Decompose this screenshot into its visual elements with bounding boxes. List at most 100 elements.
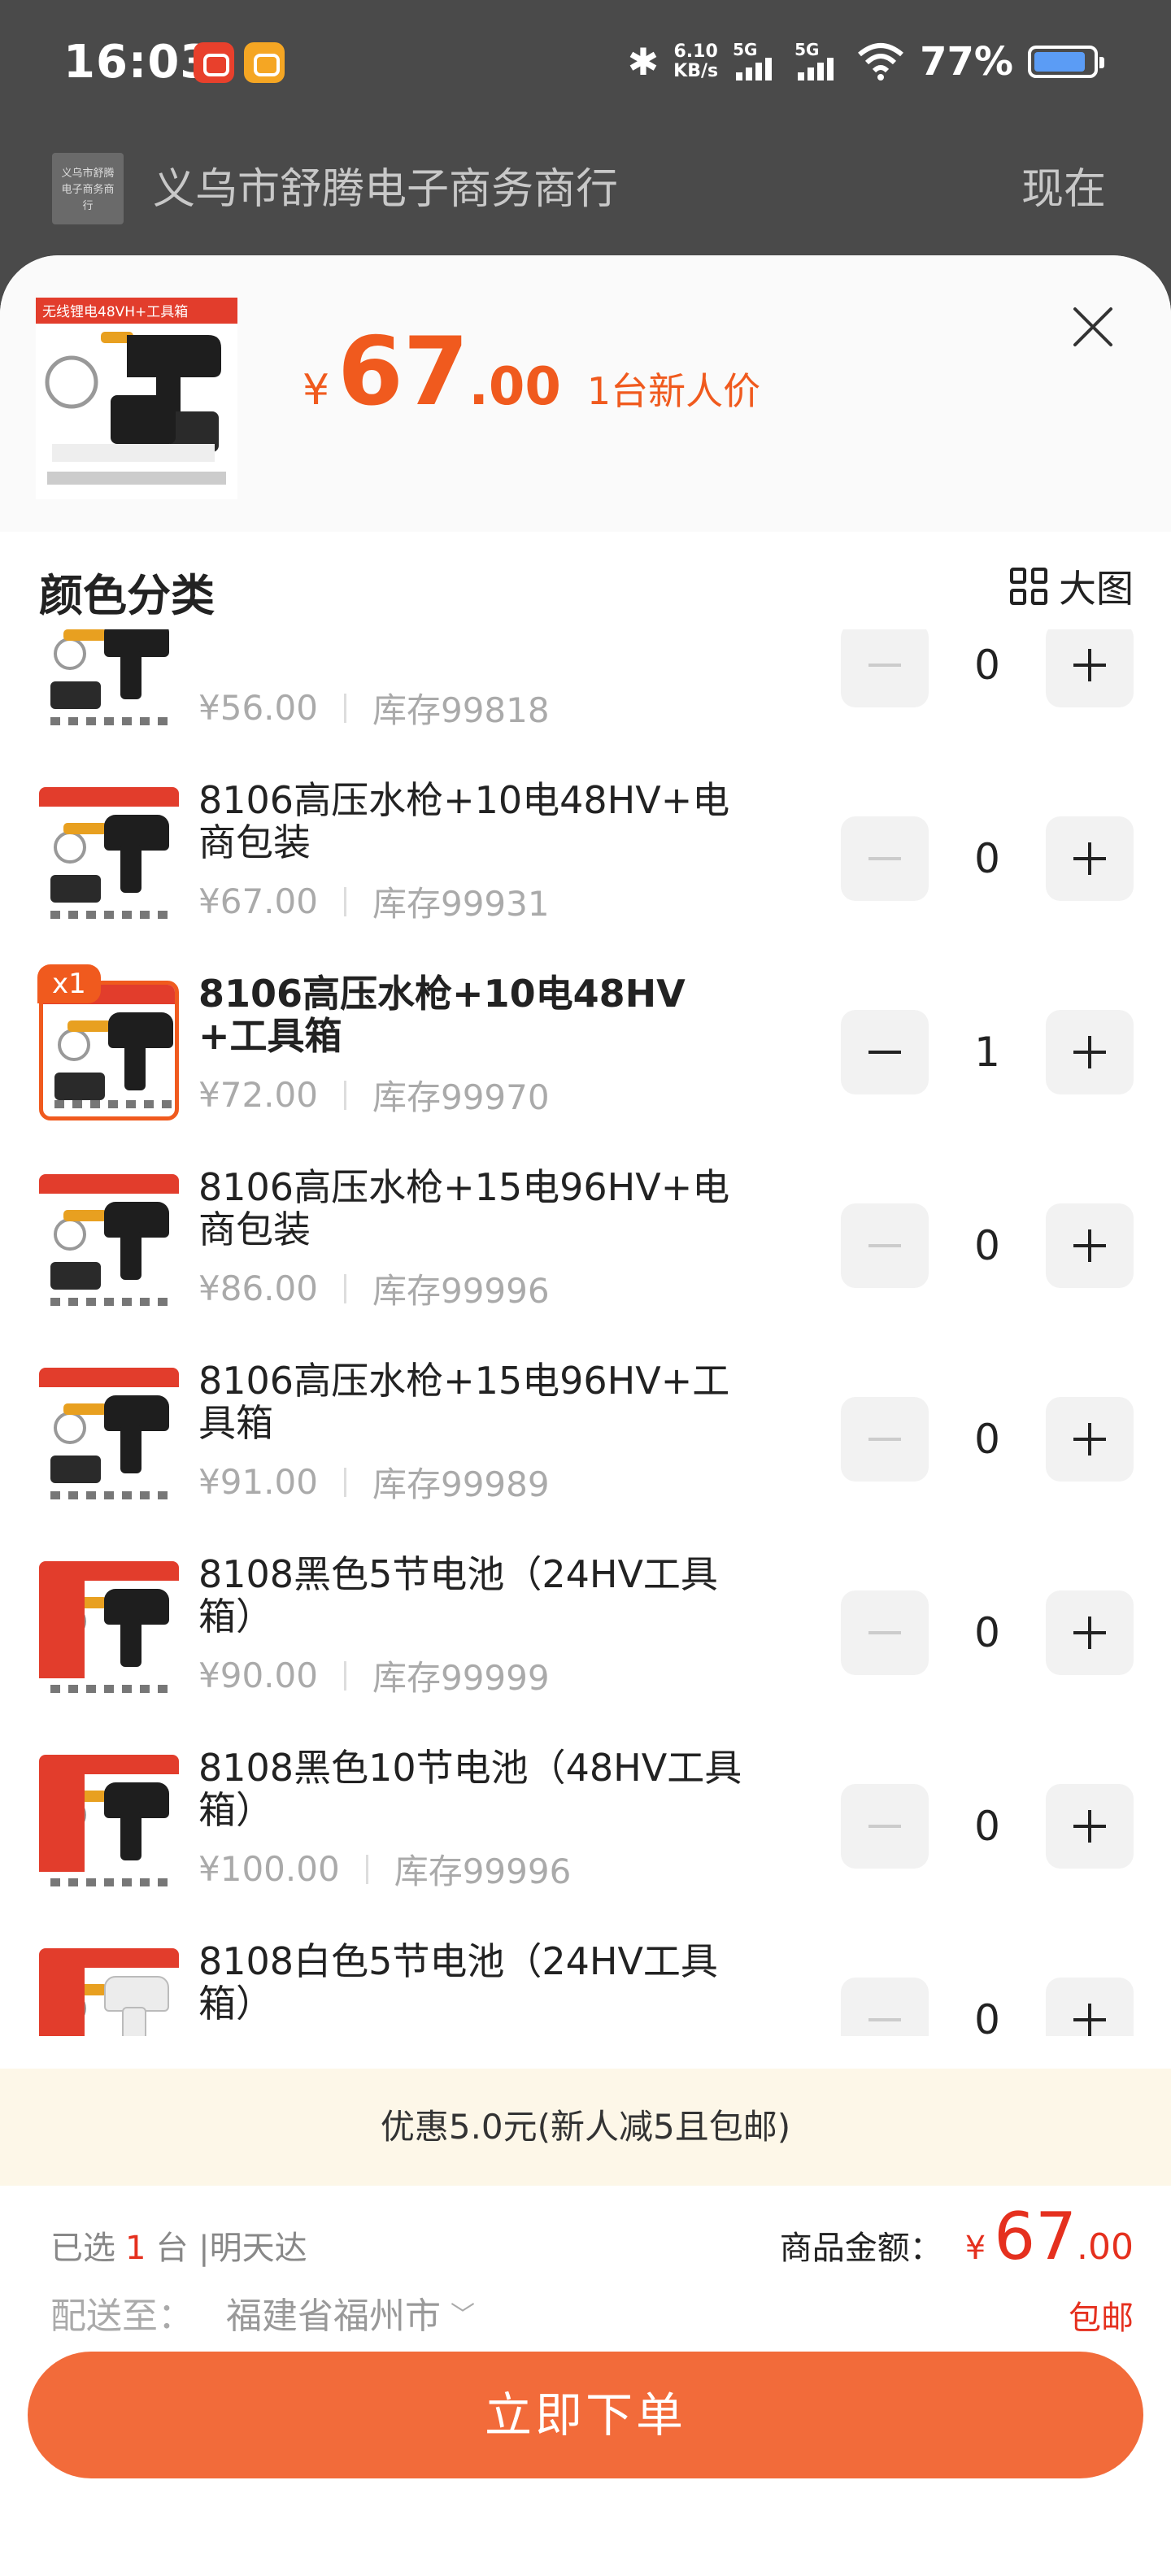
sku-sheet: 无线锂电48VH+工具箱 ¥ 67 .00 1台新人价 颜色分类 大图 ¥56.… (0, 255, 1171, 2576)
variant-thumbnail[interactable] (39, 1561, 179, 1701)
decrement-button[interactable] (841, 1590, 929, 1675)
price-decimal: .00 (468, 357, 561, 417)
variant-row[interactable]: 8106高压水枪+15电96HV+工具箱 ¥91.00 库存99989 0 (0, 1345, 1171, 1538)
wifi-icon (858, 43, 904, 80)
quantity-stepper[interactable]: 0 (841, 1978, 1134, 2036)
decrement-button[interactable] (841, 816, 929, 901)
shop-name[interactable]: 义乌市舒腾电子商务商行 (153, 153, 618, 226)
variant-stock: 库存99996 (372, 1271, 550, 1311)
decrement-button[interactable] (841, 1203, 929, 1288)
increment-button[interactable] (1046, 629, 1134, 707)
variant-list[interactable]: 具箱 ¥56.00 库存99818 0 8106高压水枪+10电48HV+电商包… (0, 629, 1171, 2036)
increment-button[interactable] (1046, 1397, 1134, 1482)
variant-stock: 库存99931 (372, 884, 550, 924)
quantity-stepper[interactable]: 0 (841, 1397, 1134, 1482)
variant-thumbnail[interactable] (39, 1755, 179, 1895)
ship-label: 配送至： (50, 2295, 194, 2337)
quantity-value[interactable]: 0 (929, 1222, 1046, 1269)
variant-row[interactable]: 8108黑色10节电池（48HV工具箱） ¥100.00 库存99996 0 (0, 1732, 1171, 1925)
product-price: ¥ 67 .00 1台新人价 (303, 325, 760, 420)
shop-avatar[interactable]: 义乌市舒腾电子商务商行 (52, 153, 124, 224)
chat-header: 义乌市舒腾电子商务商行 义乌市舒腾电子商务商行 现在 (0, 130, 1171, 252)
variant-name: 8106高压水枪+15电96HV+工具箱 (198, 1359, 730, 1445)
decrement-button[interactable] (841, 629, 929, 707)
price-tag: 1台新人价 (586, 369, 761, 413)
product-thumbnail[interactable]: 无线锂电48VH+工具箱 (36, 298, 237, 499)
quantity-stepper[interactable]: 0 (841, 629, 1134, 707)
quantity-stepper[interactable]: 0 (841, 816, 1134, 901)
big-image-button[interactable]: 大图 (1010, 559, 1134, 613)
quantity-value[interactable]: 0 (929, 1609, 1046, 1656)
variant-row[interactable]: 8108白色5节电池（24HV工具箱） 0 (0, 1925, 1171, 2036)
variant-price: ¥72.00 (198, 1075, 318, 1115)
variant-meta: ¥100.00 库存99996 (198, 1844, 571, 1894)
variant-stock: 库存99999 (372, 1658, 550, 1698)
variant-meta: ¥91.00 库存99989 (198, 1457, 550, 1507)
increment-button[interactable] (1046, 816, 1134, 901)
increment-button[interactable] (1046, 1010, 1134, 1094)
increment-button[interactable] (1046, 1590, 1134, 1675)
quantity-value[interactable]: 0 (929, 835, 1046, 882)
quantity-stepper[interactable]: 0 (841, 1203, 1134, 1288)
quantity-badge: x1 (37, 964, 101, 1003)
battery-icon (1028, 46, 1104, 78)
close-icon[interactable] (1064, 298, 1122, 356)
variant-stock: 库存99989 (372, 1464, 550, 1504)
divider (343, 1273, 346, 1303)
ship-address[interactable]: 福建省福州市 (226, 2287, 441, 2339)
quantity-value[interactable]: 0 (929, 642, 1046, 689)
decrement-button[interactable] (841, 1784, 929, 1869)
variant-row[interactable]: x1 8106高压水枪+10电48HV+工具箱 ¥72.00 库存99970 1 (0, 958, 1171, 1151)
variant-name: 8108黑色10节电池（48HV工具箱） (198, 1746, 742, 1832)
grid-icon (1010, 568, 1047, 605)
quantity-stepper[interactable]: 1 (841, 1010, 1134, 1094)
section-title: 颜色分类 (39, 570, 215, 621)
variant-row[interactable]: 具箱 ¥56.00 库存99818 0 (0, 629, 1171, 764)
variant-thumbnail[interactable] (39, 1948, 179, 2036)
selected-suffix: 台 |明天达 (155, 2230, 307, 2267)
status-bar: 16:03 ✱ 6.10 KB/s 5G 5G 77% (0, 0, 1171, 130)
variant-row[interactable]: 8108黑色5节电池（24HV工具箱） ¥90.00 库存99999 0 (0, 1538, 1171, 1732)
increment-button[interactable] (1046, 1203, 1134, 1288)
net-speed-value: 6.10 (673, 41, 718, 62)
decrement-button[interactable] (841, 1010, 929, 1094)
signal-icon-2: 5G (794, 40, 842, 84)
chat-time: 现在 (1021, 165, 1106, 214)
total-amount: 商品金额： ¥ 67 .00 (780, 2199, 1134, 2274)
ship-to[interactable]: 配送至： 福建省福州市 ﹀ (50, 2287, 475, 2339)
variant-meta: ¥56.00 库存99818 (198, 683, 550, 733)
place-order-button[interactable]: 立即下单 (28, 2352, 1143, 2478)
variant-row[interactable]: 8106高压水枪+15电96HV+电商包装 ¥86.00 库存99996 0 (0, 1151, 1171, 1345)
signal-label: 5G (733, 40, 758, 59)
order-footer: 已选 1 台 |明天达 商品金额： ¥ 67 .00 配送至： 福建省福州市 ﹀ 包… (0, 2186, 1171, 2576)
divider (365, 1854, 368, 1884)
chevron-down-icon[interactable]: ﹀ (451, 2295, 475, 2330)
variant-thumbnail[interactable] (39, 787, 179, 927)
amount-label: 商品金额： (779, 2230, 942, 2267)
variant-row[interactable]: 8106高压水枪+10电48HV+电商包装 ¥67.00 库存99931 0 (0, 764, 1171, 958)
variant-thumbnail[interactable] (39, 1368, 179, 1508)
divider (343, 1467, 346, 1497)
amount-currency: ¥ (964, 2230, 986, 2267)
quantity-value[interactable]: 0 (929, 1996, 1046, 2036)
sheet-header: 无线锂电48VH+工具箱 ¥ 67 .00 1台新人价 (0, 255, 1171, 532)
variant-thumbnail[interactable] (39, 1174, 179, 1314)
quantity-value[interactable]: 0 (929, 1416, 1046, 1463)
variant-price: ¥56.00 (198, 688, 318, 728)
decrement-button[interactable] (841, 1397, 929, 1482)
increment-button[interactable] (1046, 1784, 1134, 1869)
decrement-button[interactable] (841, 1978, 929, 2036)
increment-button[interactable] (1046, 1978, 1134, 2036)
variant-price: ¥86.00 (198, 1268, 318, 1308)
variant-name: 8106高压水枪+10电48HV+电商包装 (198, 778, 730, 864)
variant-name: 8108黑色5节电池（24HV工具箱） (198, 1552, 718, 1638)
notification-app-icon (194, 42, 234, 83)
divider (343, 1080, 346, 1110)
quantity-stepper[interactable]: 0 (841, 1590, 1134, 1675)
quantity-stepper[interactable]: 0 (841, 1784, 1134, 1869)
variant-price: ¥67.00 (198, 881, 318, 921)
quantity-value[interactable]: 0 (929, 1803, 1046, 1850)
variant-thumbnail[interactable] (39, 629, 179, 733)
signal-icon: 5G (733, 40, 780, 84)
quantity-value[interactable]: 1 (929, 1029, 1046, 1076)
